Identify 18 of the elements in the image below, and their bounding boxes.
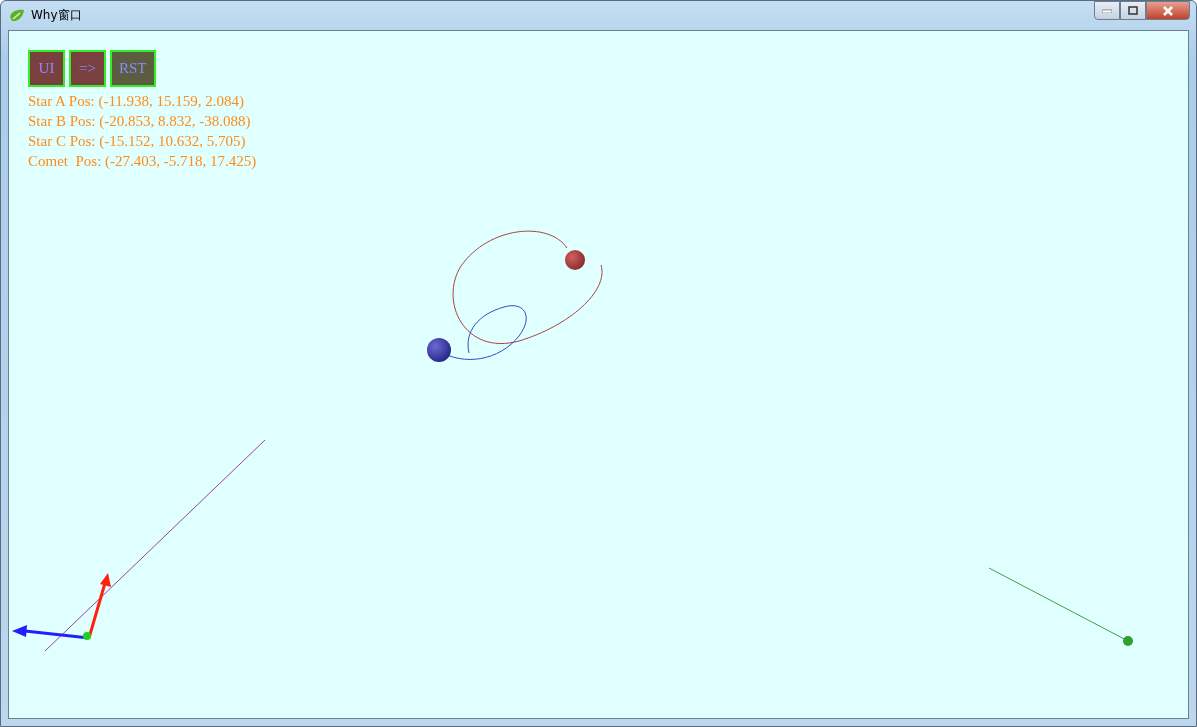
minimize-button[interactable]: [1094, 1, 1120, 20]
position-readout: Star C Pos: (-15.152, 10.632, 5.705): [28, 132, 247, 151]
maximize-icon: [1128, 6, 1138, 15]
star-sphere: [565, 250, 585, 270]
comet: [1123, 636, 1133, 646]
hud-button[interactable]: =>: [69, 50, 106, 87]
position-readout: Comet Pos: (-27.403, -5.718, 17.425): [28, 152, 257, 171]
minimize-icon: [1102, 8, 1112, 13]
leaf-icon: [9, 8, 25, 23]
star-sphere: [427, 338, 451, 362]
close-button[interactable]: [1146, 1, 1190, 20]
close-icon: [1162, 5, 1174, 16]
window-title: Why窗口: [31, 7, 82, 24]
maximize-button[interactable]: [1120, 1, 1146, 20]
hud-button[interactable]: UI: [28, 50, 65, 87]
position-readout: Star B Pos: (-20.853, 8.832, -38.088): [28, 112, 252, 131]
position-readout: Star A Pos: (-11.938, 15.159, 2.084): [28, 92, 246, 111]
hud-button[interactable]: RST: [110, 50, 156, 87]
